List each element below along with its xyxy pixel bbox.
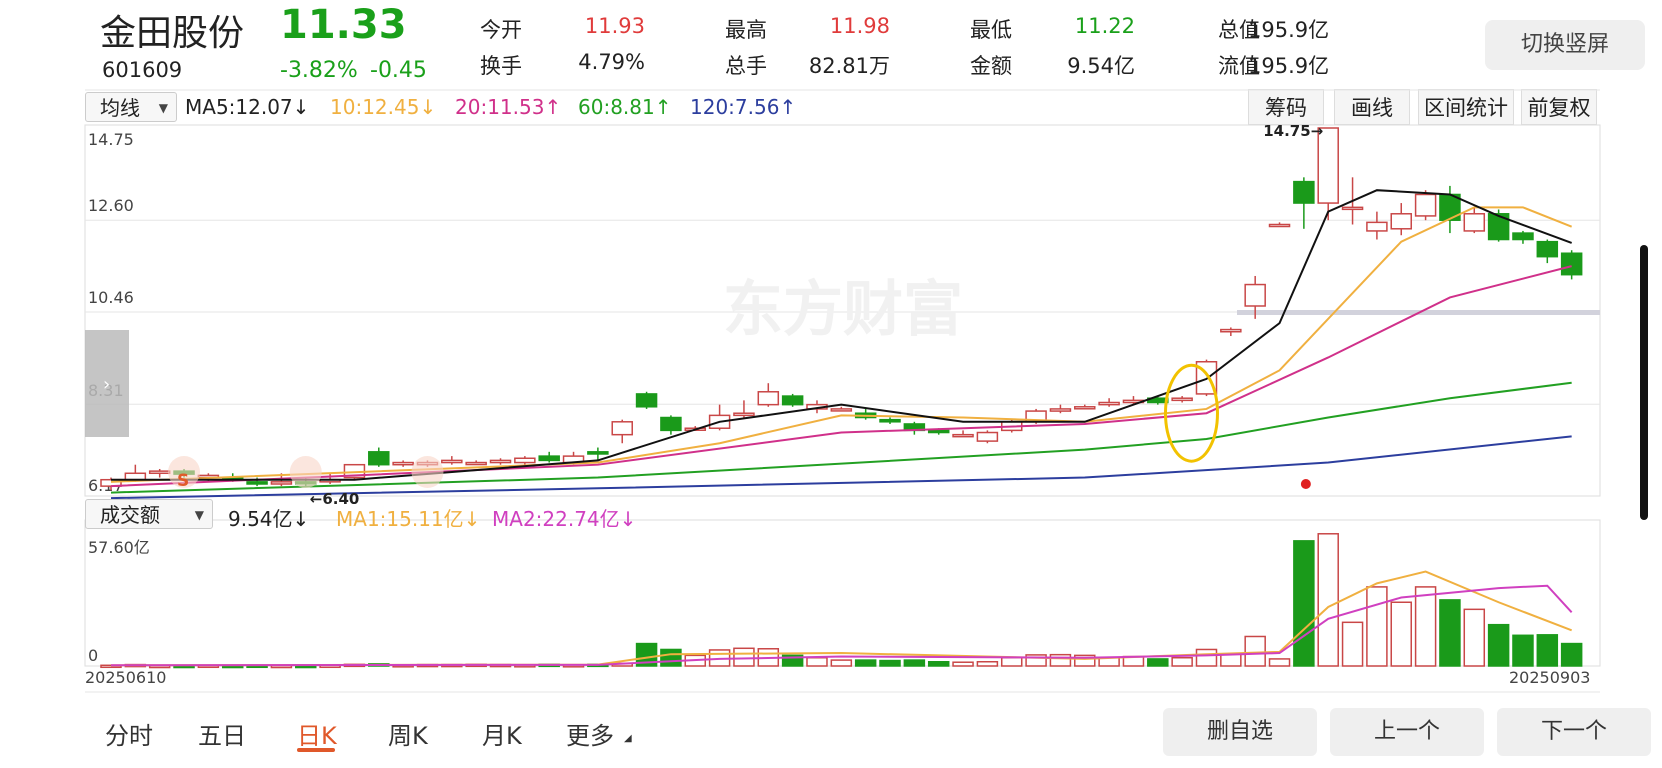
candle-body — [1268, 223, 1291, 228]
candle-body — [465, 461, 487, 466]
volume-bar — [1049, 653, 1072, 667]
volume-bar — [952, 661, 974, 667]
volume-bar — [1341, 621, 1364, 667]
candle-body — [1366, 221, 1388, 232]
volume-bar — [806, 656, 828, 667]
candle-body — [1244, 283, 1266, 307]
candle-body — [660, 416, 682, 432]
tab-0[interactable]: 分时 — [105, 716, 153, 751]
candle-body — [952, 433, 974, 438]
volume-legend-item: 9.54亿↓ — [228, 507, 310, 531]
volume-axis-min: 0 — [88, 646, 99, 665]
volume-bar — [1366, 586, 1388, 667]
candle-body — [781, 395, 804, 406]
event-marker — [411, 456, 444, 488]
volume-bar — [733, 647, 755, 667]
volume-bar — [1390, 601, 1412, 667]
dropdown-arrow-icon: ▼ — [194, 508, 204, 522]
action-button-0[interactable]: 删自选 — [1163, 708, 1317, 756]
candle-body — [1220, 328, 1242, 333]
candle-body — [1049, 408, 1072, 412]
volume-bar — [976, 661, 999, 667]
watermark: 东方财富 — [723, 275, 963, 345]
volume-bar — [903, 659, 926, 667]
candle-body — [1560, 252, 1583, 276]
candle-body — [441, 459, 463, 464]
candle-body — [879, 418, 901, 423]
candle-body — [635, 393, 658, 408]
tab-4[interactable]: 月K — [482, 716, 522, 751]
tab-2[interactable]: 日K — [297, 716, 337, 751]
candle-body — [587, 451, 609, 455]
more-triangle-icon: ◢ — [624, 733, 632, 744]
chevron-right-icon: › — [103, 374, 110, 395]
vertical-scrollbar — [1640, 245, 1648, 520]
candle-body — [830, 408, 853, 412]
volume-bar — [830, 659, 853, 667]
candle-body — [1463, 213, 1486, 232]
volume-bar — [1171, 656, 1193, 667]
candle-body — [976, 431, 999, 442]
max-price-label: 14.75→ — [1263, 122, 1323, 140]
volume-bar — [1147, 658, 1169, 667]
date-start: 20250610 — [85, 668, 167, 687]
volume-bar — [1000, 656, 1023, 667]
tab-1[interactable]: 五日 — [198, 716, 246, 751]
candle-body — [538, 455, 560, 462]
candle-body — [733, 412, 755, 417]
volume-axis-max: 57.60亿 — [88, 538, 150, 557]
candle-body — [392, 461, 414, 466]
volume-select-label: 成交额 — [100, 503, 160, 527]
volume-bar — [1414, 586, 1437, 667]
candle-body — [246, 481, 268, 485]
candle-body — [1536, 240, 1559, 258]
candle-body — [757, 391, 780, 406]
active-tab-underline — [297, 748, 335, 752]
candle-body — [1414, 193, 1437, 217]
volume-legend-item: MA2:22.74亿↓ — [492, 507, 637, 531]
candle-body — [1098, 401, 1120, 406]
kline-chart[interactable]: 东方财富›14.75→←6.40S — [0, 0, 1662, 768]
volume-bar — [1560, 642, 1583, 667]
volume-bar — [1195, 648, 1218, 667]
event-marker — [289, 456, 322, 488]
volume-bar — [879, 659, 901, 667]
volume-bar — [1220, 653, 1242, 667]
volume-bar — [1463, 608, 1486, 667]
action-button-1[interactable]: 上一个 — [1330, 708, 1484, 756]
candle-body — [611, 421, 633, 436]
candle-body — [489, 459, 512, 464]
volume-bar — [660, 648, 682, 667]
sell-marker-icon: S — [177, 471, 189, 491]
volume-bar — [1293, 540, 1315, 667]
volume-bar — [1487, 623, 1510, 667]
volume-legend-item: MA1:15.11亿↓ — [336, 507, 481, 531]
candle-body — [1341, 206, 1364, 211]
volume-bar — [1244, 635, 1266, 667]
volume-bar — [1439, 599, 1461, 667]
candle-body — [368, 451, 390, 466]
volume-bar — [854, 659, 877, 667]
volume-bar — [1268, 658, 1291, 667]
ma120-line — [110, 435, 1572, 500]
candle-body — [1390, 213, 1412, 230]
volume-bar — [927, 661, 950, 667]
candle-body — [927, 429, 950, 434]
action-button-2[interactable]: 下一个 — [1497, 708, 1651, 756]
volume-indicator-select[interactable]: 成交额 ▼ — [85, 499, 213, 529]
signal-dot — [1300, 479, 1311, 489]
volume-bar — [1317, 533, 1339, 667]
tab-3[interactable]: 周K — [388, 716, 428, 751]
volume-bar — [1512, 634, 1534, 667]
date-end: 20250903 — [1509, 668, 1591, 687]
candle-body — [1171, 397, 1193, 402]
volume-bar — [1536, 634, 1559, 667]
candle-body — [270, 481, 293, 485]
candle-body — [514, 457, 536, 464]
candle-body — [1074, 406, 1096, 410]
tab-5[interactable]: 更多 — [566, 716, 614, 751]
candle-body — [1512, 232, 1534, 241]
candle-body — [1293, 180, 1315, 204]
candle-body — [148, 470, 171, 475]
